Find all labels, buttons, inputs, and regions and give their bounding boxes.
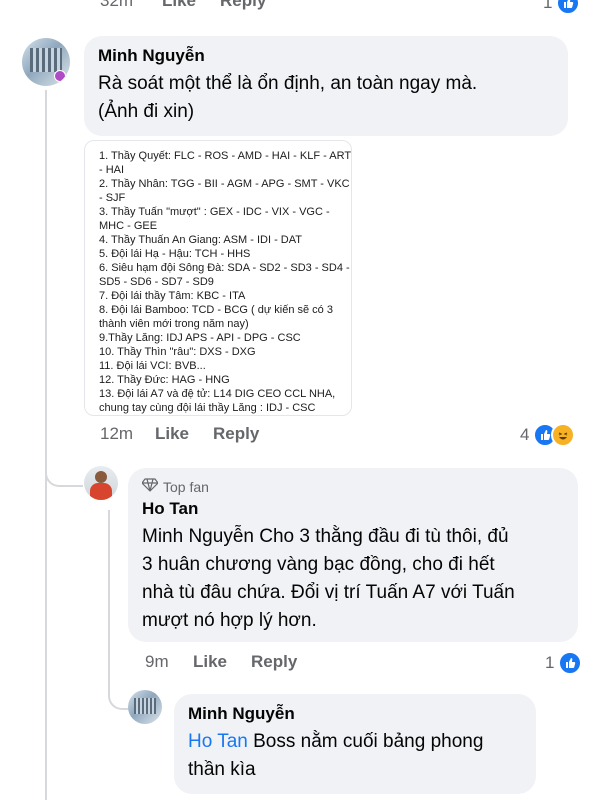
haha-icon	[551, 423, 576, 447]
top-comment-reply-button[interactable]: Reply	[220, 0, 266, 11]
like-icon	[558, 651, 583, 675]
top-fan-label: Top fan	[163, 478, 209, 495]
diamond-icon	[141, 478, 159, 495]
avatar[interactable]	[84, 466, 118, 500]
comment-time: 12m	[100, 424, 134, 443]
comment-author[interactable]: Ho Tan	[142, 499, 564, 519]
comment-text: Minh Nguyễn Cho 3 thằng đầu đi tù thôi, …	[142, 523, 564, 551]
comment-text: thần kìa	[188, 759, 256, 780]
attachment-line: 6. Siêu hạm đội Sông Đà: SDA - SD2 - SD3…	[99, 262, 350, 274]
attachment-line: - SJF	[99, 192, 126, 204]
thread-curve-2	[108, 680, 130, 710]
top-comment-reactions: 1	[543, 0, 581, 15]
attachment-line: 4. Thầy Thuấn An Giang: ASM - IDI - DAT	[99, 234, 302, 246]
reply-button[interactable]: Reply	[213, 424, 259, 444]
attachment-line: 7. Đội lái thầy Tâm: KBC - ITA	[99, 290, 246, 302]
attachment-line: chung tay cùng đội lái thầy Lăng : IDJ -…	[99, 402, 316, 414]
reaction-count: 1	[545, 653, 555, 672]
like-button[interactable]: Like	[155, 424, 213, 444]
attachment-line: SD5 - SD6 - SD7 - SD9	[99, 276, 214, 288]
comment-actions: 12m Like Reply	[100, 424, 259, 444]
comment-text-line: 3 huân chương vàng bạc đồng, cho đi hết	[142, 554, 495, 575]
comment-text-line: mượt nó hợp lý hơn.	[142, 610, 317, 631]
comment-author[interactable]: Minh Nguyễn	[188, 704, 522, 724]
comment-text-line: nhà tù đâu chứa. Đổi vị trí Tuấn A7 với …	[142, 582, 515, 603]
comment-text: Rà soát một thể là ổn định, an toàn ngay…	[98, 73, 478, 94]
attachment-line: 3. Thầy Tuấn "mượt" : GEX - IDC - VIX - …	[99, 206, 330, 218]
top-comment-actions: 32m Like Reply	[100, 0, 266, 11]
reply-bubble: Minh Nguyễn Ho Tan Boss nằm cuối bảng ph…	[174, 694, 536, 794]
top-comment-like-button[interactable]: Like	[162, 0, 220, 11]
comment-reactions[interactable]: 4	[520, 423, 576, 447]
attachment-line: 12. Thầy Đức: HAG - HNG	[99, 374, 230, 386]
comment-attachment-image[interactable]: 1. Thầy Quyết: FLC - ROS - AMD - HAI - K…	[84, 140, 352, 416]
thread-line-reply	[108, 510, 110, 690]
top-reaction-count: 1	[543, 0, 553, 12]
avatar[interactable]	[128, 690, 162, 724]
comment-bubble: Minh Nguyễn Rà soát một thể là ổn định, …	[84, 36, 568, 136]
reply-actions: 9m Like Reply	[145, 652, 297, 672]
comment-text: Ho Tan Boss nằm cuối bảng phong	[188, 728, 522, 756]
attachment-line: 5. Đội lái Hạ - Hậu: TCH - HHS	[99, 248, 251, 260]
attachment-line: 1. Thầy Quyết: FLC - ROS - AMD - HAI - K…	[99, 150, 352, 162]
thread-line	[45, 90, 47, 800]
attachment-line: 9.Thầy Lăng: IDJ APS - API - DPG - CSC	[99, 332, 301, 344]
attachment-line: 8. Đội lái Bamboo: TCD - BCG ( dự kiến s…	[99, 304, 333, 316]
comment-text-line: Minh Nguyễn Cho 3 thằng đầu đi tù thôi, …	[142, 526, 509, 547]
comment-text: 3 huân chương vàng bạc đồng, cho đi hết	[142, 551, 564, 579]
like-icon	[556, 0, 581, 15]
attachment-line: 13. Đội lái A7 và đệ tử: L14 DIG CEO CCL…	[99, 388, 336, 400]
reply-button[interactable]: Reply	[251, 652, 297, 672]
comment-text: mượt nó hợp lý hơn.	[142, 607, 564, 635]
comment-author[interactable]: Minh Nguyễn	[98, 46, 554, 66]
attachment-line: thành viên mới trong năm nay)	[99, 318, 249, 330]
attachment-line: 10. Thầy Thìn "râu": DXS - DXG	[99, 346, 256, 358]
like-button[interactable]: Like	[193, 652, 251, 672]
attachment-line: 2. Thầy Nhân: TGG - BII - AGM - APG - SM…	[99, 178, 350, 190]
attachment-text: 1. Thầy Quyết: FLC - ROS - AMD - HAI - K…	[99, 149, 352, 416]
comment-text: nhà tù đâu chứa. Đổi vị trí Tuấn A7 với …	[142, 579, 564, 607]
top-comment-time: 32m	[100, 0, 134, 10]
thread-curve	[45, 455, 83, 487]
top-fan-badge: Top fan	[141, 478, 564, 495]
comment-text: (Ảnh đi xin)	[98, 101, 195, 122]
mention-link[interactable]: Ho Tan	[188, 731, 248, 752]
comment-time: 9m	[145, 652, 169, 671]
attachment-line: - HAI	[99, 164, 125, 176]
reply-reactions[interactable]: 1	[545, 651, 583, 675]
attachment-line: 11. Đội lái VCI: BVB...	[99, 360, 206, 372]
avatar[interactable]	[22, 38, 70, 86]
attachment-line: MHC - GEE	[99, 220, 158, 232]
reaction-count: 4	[520, 425, 530, 444]
comment-text-line: Boss nằm cuối bảng phong	[247, 731, 484, 752]
attachment-line: 14. Thầy Dương: HCD - AAA - APH - NHH	[99, 415, 341, 416]
reply-bubble: Top fan Ho Tan Minh Nguyễn Cho 3 thằng đ…	[128, 468, 578, 642]
